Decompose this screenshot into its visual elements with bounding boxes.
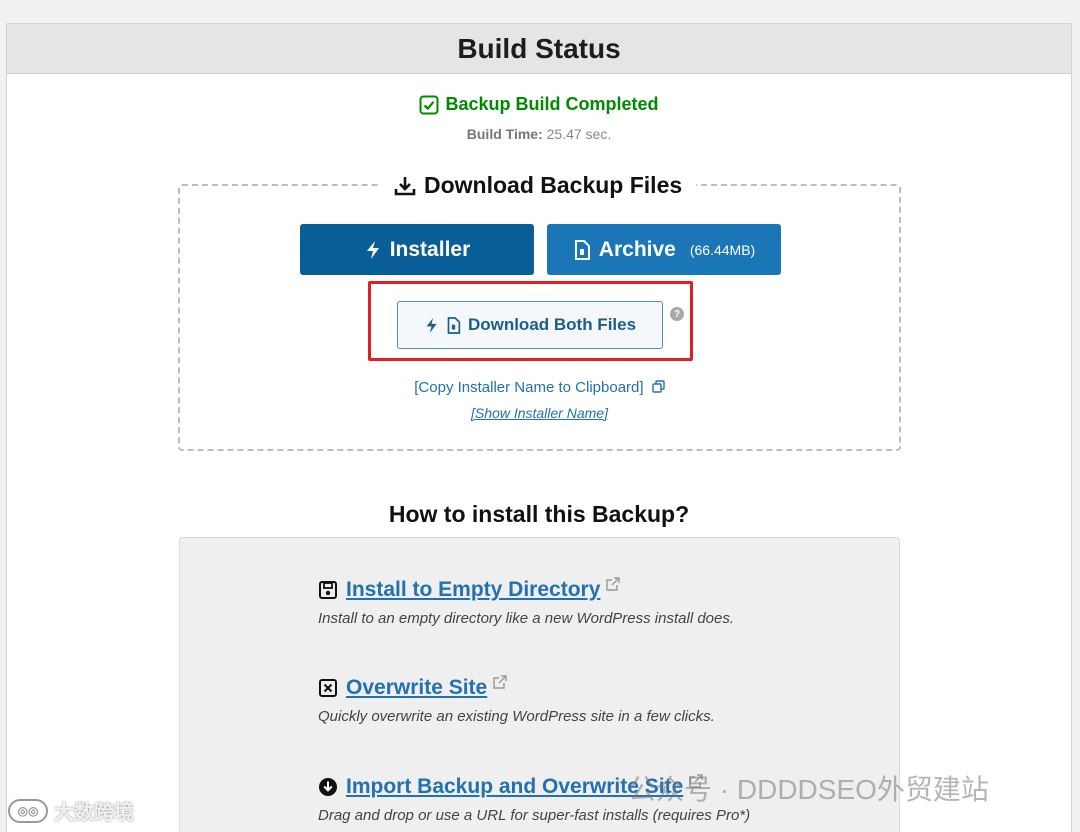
watermark-left-text: 大数跨境	[54, 802, 134, 824]
method-overwrite-site: Overwrite Site Quickly overwrite an exis…	[318, 675, 715, 725]
build-time-label: Build Time:	[466, 125, 543, 142]
panel-header: Build Status	[7, 24, 1071, 74]
howto-title: How to install this Backup?	[388, 501, 690, 527]
download-both-button[interactable]: Download Both Files	[397, 301, 663, 349]
download-circle-icon	[319, 778, 337, 796]
installer-button[interactable]: Installer	[300, 224, 534, 275]
copy-installer-name-link[interactable]: [Copy Installer Name to Clipboard]	[180, 379, 899, 396]
archive-label: Archive	[598, 237, 676, 261]
download-icon	[394, 176, 416, 195]
installer-label: Installer	[389, 237, 471, 261]
method-description: Install to an empty directory like a new…	[318, 610, 735, 627]
method-head: Overwrite Site	[318, 675, 715, 700]
install-empty-directory-link[interactable]: Install to Empty Directory	[346, 578, 600, 602]
status-message: Backup Build Completed	[419, 94, 659, 115]
download-both-label: Download Both Files	[467, 315, 637, 334]
overwrite-site-link[interactable]: Overwrite Site	[346, 676, 487, 700]
download-section: Download Backup Files Installer Archive …	[178, 172, 901, 451]
method-empty-directory: Install to Empty Directory Install to an…	[318, 577, 735, 627]
file-archive-icon	[574, 239, 590, 260]
bolt-icon	[426, 317, 437, 333]
download-legend: Download Backup Files	[380, 172, 697, 199]
watermark-left: ◎◎ 大数跨境	[8, 796, 134, 825]
external-link-icon	[493, 675, 507, 689]
copy-icon	[652, 380, 665, 393]
method-description: Quickly overwrite an existing WordPress …	[318, 708, 715, 725]
archive-button[interactable]: Archive (66.44MB)	[547, 224, 781, 275]
external-link-icon	[606, 577, 621, 591]
x-square-icon	[319, 679, 337, 697]
status-text: Backup Build Completed	[445, 94, 659, 114]
method-description: Drag and drop or use a URL for super-fas…	[318, 807, 751, 824]
archive-size: (66.44MB)	[689, 241, 756, 258]
build-status-panel: Build Status Backup Build Completed Buil…	[6, 23, 1072, 832]
build-status: Backup Build Completed Build Time: 25.47…	[7, 94, 1071, 142]
save-icon	[319, 581, 337, 599]
watermark-right: 公众号 · DDDDSEO外贸建站	[628, 774, 989, 805]
build-time: Build Time: 25.47 sec.	[7, 126, 1071, 142]
page-title: Build Status	[457, 32, 621, 64]
watermark-logo-icon: ◎◎	[8, 798, 48, 823]
help-icon[interactable]: ?	[670, 307, 684, 321]
method-head: Install to Empty Directory	[318, 577, 734, 602]
check-square-icon	[419, 95, 439, 114]
file-archive-icon	[447, 316, 461, 334]
bolt-icon	[366, 240, 379, 259]
download-title: Download Backup Files	[424, 172, 683, 198]
copy-link-text: [Copy Installer Name to Clipboard]	[414, 379, 644, 396]
show-installer-name-link[interactable]: [Show Installer Name]	[180, 405, 899, 421]
build-time-value: 25.47 sec.	[546, 125, 612, 142]
